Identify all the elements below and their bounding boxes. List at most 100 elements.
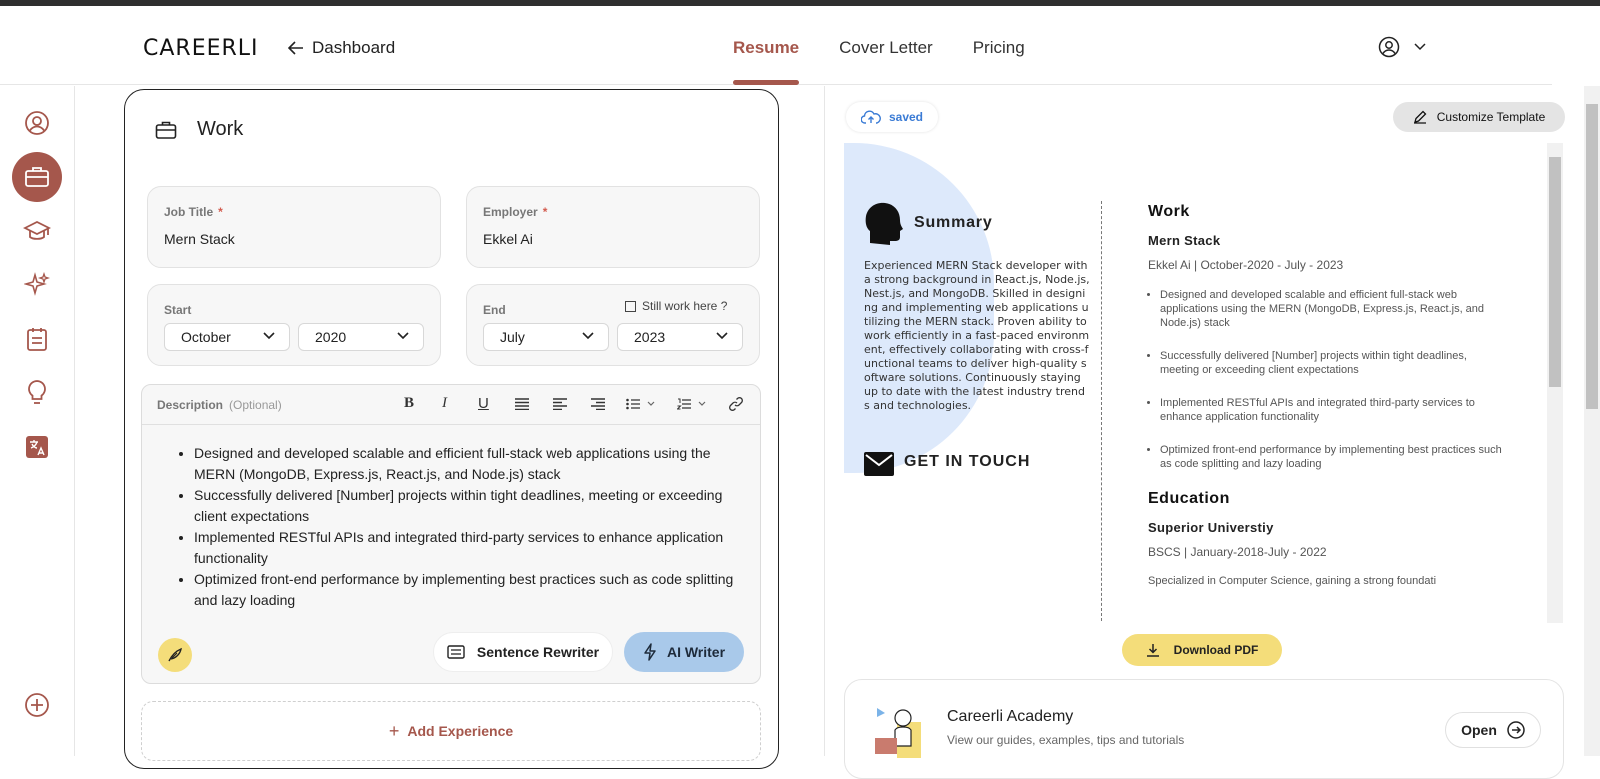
align-justify-icon[interactable] xyxy=(515,398,529,410)
chevron-down-icon xyxy=(1414,43,1426,51)
nav-pricing[interactable]: Pricing xyxy=(973,38,1025,58)
required-mark: * xyxy=(218,205,223,219)
job-title-label: Job Title * xyxy=(164,205,223,219)
still-work-checkbox[interactable]: Still work here ? xyxy=(625,299,727,313)
employer-label-text: Employer xyxy=(483,205,538,219)
employer-field[interactable]: Employer * Ekkel Ai xyxy=(466,186,760,268)
scrollbar-thumb[interactable] xyxy=(1549,157,1561,387)
add-experience-label: Add Experience xyxy=(407,723,514,739)
bullet-list-icon[interactable] xyxy=(626,398,658,410)
top-header: CAREERLI Dashboard Resume Cover Letter P… xyxy=(0,6,1552,85)
nav-cover-letter[interactable]: Cover Letter xyxy=(839,38,933,58)
profile-icon xyxy=(25,111,49,135)
careerli-logo[interactable]: CAREERLI xyxy=(143,36,259,61)
align-left-icon[interactable] xyxy=(553,398,567,410)
preview-column-divider xyxy=(1101,201,1102,621)
description-optional: (Optional) xyxy=(229,398,282,412)
arrow-left-icon xyxy=(288,41,303,55)
underline-icon[interactable]: U xyxy=(478,395,489,412)
customize-template-label: Customize Template xyxy=(1436,110,1546,124)
preview-work-heading: Work xyxy=(1148,203,1190,220)
end-date-field: End Still work here ? July 2023 xyxy=(466,284,760,366)
preview-work-position: Mern Stack xyxy=(1148,233,1221,248)
scrollbar-thumb[interactable] xyxy=(1586,104,1598,409)
link-icon[interactable] xyxy=(729,397,743,411)
add-experience-button[interactable]: + Add Experience xyxy=(141,701,761,761)
align-right-icon[interactable] xyxy=(591,398,605,410)
job-title-input[interactable]: Mern Stack xyxy=(164,231,235,247)
bold-icon[interactable]: B xyxy=(404,395,414,412)
user-menu[interactable] xyxy=(1378,36,1426,58)
list-item: Successfully delivered [Number] projects… xyxy=(194,485,734,527)
chevron-down-icon xyxy=(582,332,594,340)
end-year-select[interactable]: 2023 xyxy=(617,323,743,351)
briefcase-icon xyxy=(25,167,49,187)
description-editor[interactable]: Description (Optional) B I U Designed and… xyxy=(141,384,761,684)
start-year-value: 2020 xyxy=(315,329,347,345)
saved-status-badge: saved xyxy=(846,102,938,132)
download-pdf-label: Download PDF xyxy=(1173,643,1259,657)
academy-open-button[interactable]: Open xyxy=(1445,712,1541,748)
sidebar-item-education[interactable] xyxy=(12,206,62,256)
chevron-down-icon xyxy=(716,332,728,340)
ai-suggest-button[interactable] xyxy=(158,638,192,672)
list-item: Implemented RESTful APIs and integrated … xyxy=(1160,396,1503,424)
numbered-list-icon[interactable] xyxy=(677,398,709,410)
arrow-right-circle-icon xyxy=(1507,721,1525,739)
list-item: Optimized front-end performance by imple… xyxy=(1160,443,1503,471)
translate-icon xyxy=(26,436,48,458)
sidebar-item-interests[interactable] xyxy=(12,368,62,418)
customize-template-button[interactable]: Customize Template xyxy=(1393,102,1565,132)
section-sidebar xyxy=(0,86,75,756)
contact-heading: GET IN TOUCH xyxy=(904,453,1031,470)
lightning-icon xyxy=(644,643,656,661)
list-item: Designed and developed scalable and effi… xyxy=(1160,288,1503,330)
download-pdf-button[interactable]: Download PDF xyxy=(1122,634,1282,666)
briefcase-icon xyxy=(155,121,177,139)
download-icon xyxy=(1146,644,1159,657)
work-card: Work Job Title * Mern Stack Employer * Ekk… xyxy=(124,89,779,769)
ai-writer-button[interactable]: AI Writer xyxy=(624,632,744,672)
employer-input[interactable]: Ekkel Ai xyxy=(483,231,533,247)
preview-right-column: Work Mern Stack Ekkel Ai | October-2020 … xyxy=(1148,203,1503,587)
sidebar-item-work[interactable] xyxy=(12,152,62,202)
envelope-icon xyxy=(864,452,894,476)
sentence-rewriter-button[interactable]: Sentence Rewriter xyxy=(433,632,613,672)
plus-icon: + xyxy=(388,720,400,741)
calendar-icon xyxy=(27,328,47,351)
chevron-down-icon xyxy=(397,332,409,340)
sidebar-item-summary[interactable] xyxy=(12,314,62,364)
still-work-label: Still work here ? xyxy=(642,299,728,313)
sidebar-add-section[interactable] xyxy=(12,680,62,730)
list-item: Designed and developed scalable and effi… xyxy=(194,443,734,485)
open-label: Open xyxy=(1461,722,1497,738)
sidebar-item-skills[interactable] xyxy=(12,260,62,310)
sparkles-icon xyxy=(24,272,50,296)
end-month-select[interactable]: July xyxy=(483,323,609,351)
work-card-title: Work xyxy=(155,118,243,141)
preview-education-meta: BSCS | January-2018-July - 2022 xyxy=(1148,545,1327,559)
preview-education-heading: Education xyxy=(1148,490,1230,507)
nav-resume[interactable]: Resume xyxy=(733,38,800,85)
start-month-select[interactable]: October xyxy=(164,323,290,351)
saved-label: saved xyxy=(888,110,924,124)
editor-toolbar: Description (Optional) B I U xyxy=(142,385,760,425)
sidebar-item-profile[interactable] xyxy=(12,98,62,148)
graduation-cap-icon xyxy=(23,220,51,240)
lightbulb-icon xyxy=(28,380,46,404)
italic-icon[interactable]: I xyxy=(442,395,447,412)
start-year-select[interactable]: 2020 xyxy=(298,323,424,351)
list-item: Successfully delivered [Number] projects… xyxy=(1160,349,1503,377)
sidebar-item-languages[interactable] xyxy=(12,422,62,472)
job-title-field[interactable]: Job Title * Mern Stack xyxy=(147,186,441,268)
preview-scrollbar[interactable] xyxy=(1547,143,1563,623)
description-label-text: Description xyxy=(157,398,224,412)
start-label: Start xyxy=(164,303,192,317)
resume-preview: Summary Experienced MERN Stack developer… xyxy=(844,143,1564,623)
checkbox-box[interactable] xyxy=(625,300,636,312)
preview-education-school: Superior Universtiy xyxy=(1148,520,1274,535)
page-scrollbar[interactable] xyxy=(1584,86,1600,756)
end-label: End xyxy=(483,303,506,317)
description-label: Description (Optional) xyxy=(157,398,282,412)
dashboard-back-link[interactable]: Dashboard xyxy=(288,38,395,58)
